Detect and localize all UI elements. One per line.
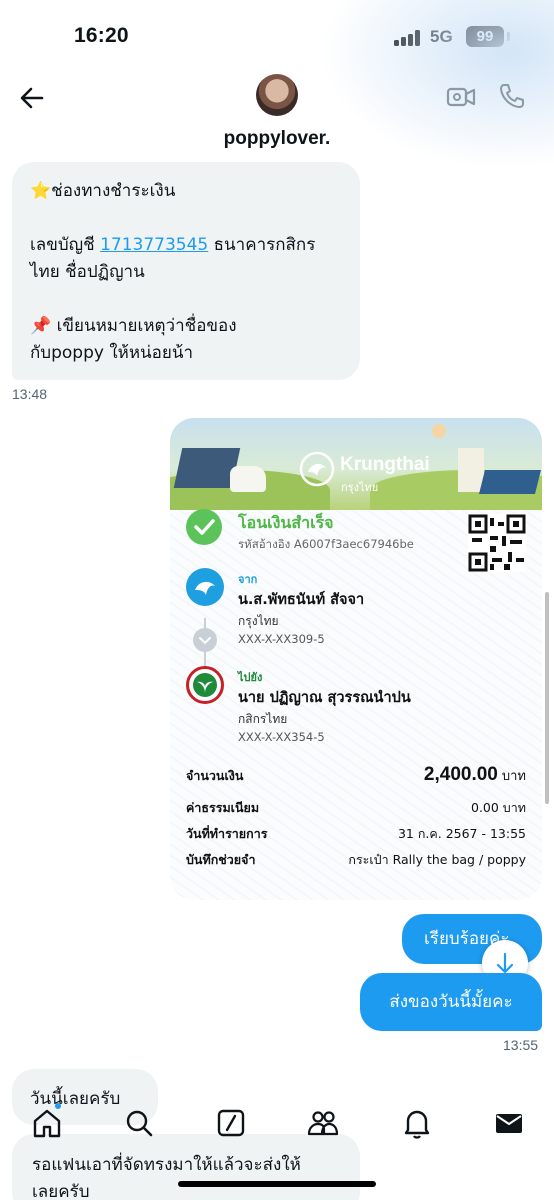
recipient-name: นาย ปฏิญาณ สุวรรณนำปน: [238, 690, 411, 706]
amount-value: 2,400.00 บาท: [424, 764, 526, 786]
date-value: 31 ก.ค. 2567 - 13:55: [397, 826, 526, 841]
reference-code: รหัสอ้างอิง A6007f3aec67946be: [238, 537, 414, 551]
account-number-link[interactable]: 1713773545: [100, 235, 208, 255]
bottom-navigation: [0, 1100, 554, 1150]
krungthai-logo-icon: [186, 568, 224, 606]
message-text: เลขบัญชี: [30, 235, 101, 255]
recipient-bank: กสิกรไทย: [238, 712, 288, 726]
sender-bank: กรุงไทย: [238, 614, 279, 628]
bank-name: Krungthai: [340, 454, 430, 475]
from-label: จาก: [238, 573, 258, 586]
outgoing-message[interactable]: ส่งของวันนี้มั้ยคะ: [360, 973, 542, 1031]
recipient-account: XXX-X-XX354-5: [238, 730, 325, 744]
slash-box-icon[interactable]: [214, 1106, 248, 1140]
fee-value: 0.00 บาท: [471, 800, 526, 815]
people-icon[interactable]: [306, 1106, 340, 1140]
message-line: 📌 เขียนหมายเหตุว่าชื่อของ: [30, 316, 237, 336]
memo-value: กระเป๋า Rally the bag / poppy: [348, 852, 526, 867]
chevron-down-icon: [193, 628, 217, 652]
message-text: ธนาคารกสิกร: [208, 235, 316, 255]
envelope-icon[interactable]: [492, 1106, 526, 1140]
search-icon[interactable]: [122, 1106, 156, 1140]
home-icon[interactable]: [30, 1106, 64, 1140]
video-camera-icon[interactable]: [446, 84, 476, 110]
check-circle-icon: [186, 509, 222, 545]
status-time: 16:20: [74, 24, 129, 47]
avatar[interactable]: [256, 74, 298, 116]
fee-label: ค่าธรรมเนียม: [186, 800, 260, 815]
receipt-banner: Krungthai กรุงไทย: [170, 418, 542, 510]
message-line: กับpoppy ให้หน่อยน้า: [30, 343, 193, 363]
memo-label: บันทึกช่วยจำ: [186, 852, 256, 867]
home-notification-dot: [55, 1103, 61, 1109]
bell-icon[interactable]: [400, 1106, 434, 1140]
amount-number: 2,400.00: [423, 764, 498, 785]
transfer-status: โอนเงินสำเร็จ: [238, 513, 334, 532]
incoming-message[interactable]: ⭐️ช่องทางชำระเงิน เลขบัญชี 1713773545 ธน…: [12, 162, 360, 380]
scrollbar[interactable]: [545, 592, 549, 804]
amount-label: จำนวนเงิน: [186, 768, 244, 783]
message-line: เลขบัญชี 1713773545 ธนาคารกสิกร: [30, 232, 342, 259]
home-indicator: [178, 1181, 376, 1187]
message-time: 13:55: [503, 1037, 539, 1053]
kasikorn-logo-icon: [186, 666, 224, 704]
message-line: ⭐️ช่องทางชำระเงิน: [30, 181, 176, 201]
sun-graphic: [432, 424, 446, 438]
chat-username[interactable]: poppylover.: [0, 128, 554, 150]
date-label: วันที่ทำรายการ: [186, 826, 268, 841]
message-line: ไทย ชื่อปฏิญาน: [30, 262, 145, 282]
transfer-receipt-image[interactable]: Krungthai กรุงไทย โอนเงินสำเร็จ รหัสอ้าง…: [170, 418, 542, 900]
message-blank-line: [30, 286, 342, 313]
qr-code-icon: [468, 514, 526, 572]
elephant-graphic: [230, 466, 266, 492]
sender-name: น.ส.พัทธนันท์ สัจจา: [238, 592, 365, 608]
message-blank-line: [30, 205, 342, 232]
krungthai-bird-icon: [299, 451, 335, 487]
solar-panel-graphic: [479, 470, 541, 494]
bank-logo: Krungthai กรุงไทย: [298, 442, 430, 494]
amount-currency: บาท: [501, 769, 526, 784]
phone-icon[interactable]: [498, 82, 526, 110]
message-time: 13:48: [12, 386, 48, 402]
bank-name-th: กรุงไทย: [341, 481, 379, 494]
message-line: รอแฟนเอาที่จัดทรงมาให้แล้วจะส่งให้: [32, 1155, 301, 1175]
to-label: ไปยัง: [238, 671, 263, 684]
sender-account: XXX-X-XX309-5: [238, 632, 325, 646]
arrow-left-icon[interactable]: [18, 84, 46, 112]
